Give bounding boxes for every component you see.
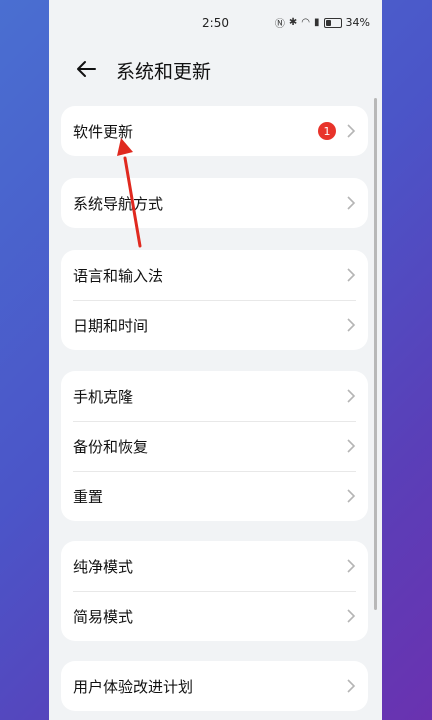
settings-item-reset[interactable]: 重置 — [61, 471, 368, 521]
chevron-right-icon — [347, 489, 356, 503]
settings-item-software-update[interactable]: 软件更新 1 — [61, 106, 368, 156]
settings-item-label: 简易模式 — [73, 607, 134, 626]
page-title: 系统和更新 — [116, 61, 212, 83]
settings-group-update: 软件更新 1 — [61, 106, 368, 156]
settings-item-system-navigation[interactable]: 系统导航方式 — [61, 178, 368, 228]
settings-item-phone-clone[interactable]: 手机克隆 — [61, 371, 368, 421]
sim-icon: ▮ — [314, 17, 320, 28]
scrollbar[interactable] — [374, 98, 377, 610]
wifi-icon: ◠ — [301, 17, 311, 28]
settings-item-backup-restore[interactable]: 备份和恢复 — [61, 421, 368, 471]
bluetooth-icon: ✱ — [288, 17, 298, 28]
chevron-right-icon — [347, 268, 356, 282]
settings-group-navigation: 系统导航方式 — [61, 178, 368, 228]
battery-percent: 34% — [345, 16, 370, 29]
settings-item-user-experience[interactable]: 用户体验改进计划 — [61, 661, 368, 711]
settings-screen: 2:50 Ⓝ ✱ ◠ ▮ 34% 系统和更新 软件更新 1 系统导航方式 语言和… — [49, 0, 382, 720]
settings-item-label: 手机克隆 — [73, 387, 134, 406]
settings-item-label: 软件更新 — [73, 122, 134, 141]
settings-item-label: 备份和恢复 — [73, 437, 149, 456]
chevron-right-icon — [347, 196, 356, 210]
settings-item-pure-mode[interactable]: 纯净模式 — [61, 541, 368, 591]
chevron-right-icon — [347, 559, 356, 573]
battery-fill — [325, 19, 331, 26]
battery-icon — [323, 17, 342, 28]
settings-group-language-date: 语言和输入法 日期和时间 — [61, 250, 368, 350]
chevron-right-icon — [347, 679, 356, 693]
settings-item-label: 纯净模式 — [73, 557, 134, 576]
settings-item-label: 用户体验改进计划 — [73, 677, 194, 696]
update-count-badge: 1 — [318, 122, 336, 140]
chevron-right-icon — [347, 439, 356, 453]
settings-item-label: 系统导航方式 — [73, 194, 164, 213]
settings-item-label: 日期和时间 — [73, 316, 149, 335]
settings-item-date-time[interactable]: 日期和时间 — [61, 300, 368, 350]
chevron-right-icon — [347, 609, 356, 623]
chevron-right-icon — [347, 318, 356, 332]
settings-group-backup: 手机克隆 备份和恢复 重置 — [61, 371, 368, 521]
status-icons: Ⓝ ✱ ◠ ▮ 34% — [275, 15, 370, 30]
chevron-right-icon — [347, 389, 356, 403]
settings-item-label: 重置 — [73, 487, 104, 506]
settings-item-language-input[interactable]: 语言和输入法 — [61, 250, 368, 300]
nfc-icon: Ⓝ — [274, 19, 285, 30]
settings-group-modes: 纯净模式 简易模式 — [61, 541, 368, 641]
chevron-right-icon — [347, 124, 356, 138]
title-bar: 系统和更新 — [49, 50, 382, 90]
settings-item-simple-mode[interactable]: 简易模式 — [61, 591, 368, 641]
settings-group-experience: 用户体验改进计划 — [61, 661, 368, 711]
back-arrow-icon[interactable] — [71, 54, 101, 84]
status-bar: 2:50 Ⓝ ✱ ◠ ▮ 34% — [49, 0, 382, 44]
settings-item-label: 语言和输入法 — [73, 266, 164, 285]
